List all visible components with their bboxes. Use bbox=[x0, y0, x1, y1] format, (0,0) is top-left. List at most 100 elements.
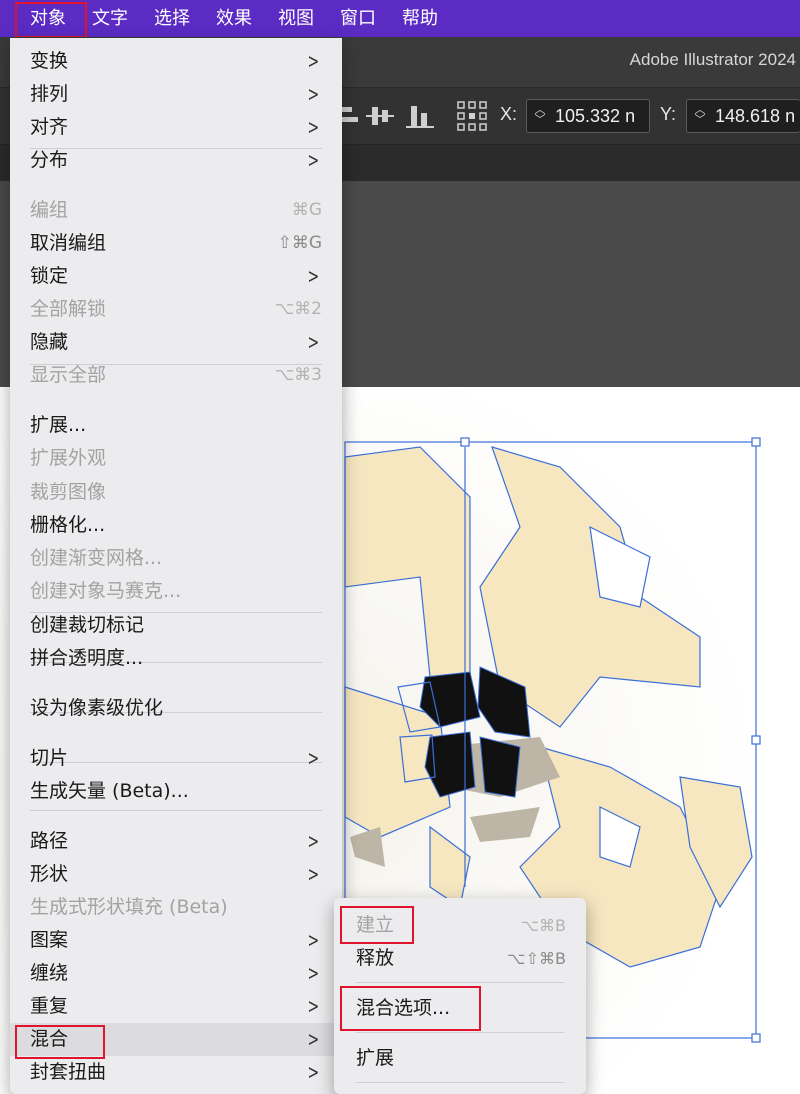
submenu-separator bbox=[356, 1032, 564, 1033]
menu-item-label: 创建对象马赛克... bbox=[30, 580, 182, 602]
menu-item-expand-appearance[interactable]: 扩展外观 bbox=[10, 442, 342, 475]
menu-item-expand[interactable]: 扩展... bbox=[10, 409, 342, 442]
handle-middle-right bbox=[751, 735, 761, 745]
menu-item-arrange[interactable]: 排列 > bbox=[10, 78, 342, 111]
menu-item-label: 路径 bbox=[30, 830, 69, 852]
menu-item-unlock-all[interactable]: 全部解锁 ⌥⌘2 bbox=[10, 293, 342, 326]
menu-item-label: 图案 bbox=[30, 929, 69, 951]
menu-help[interactable]: 帮助 bbox=[389, 0, 451, 37]
menu-select[interactable]: 选择 bbox=[141, 0, 203, 37]
menu-item-label: 变换 bbox=[30, 50, 69, 72]
menu-item-label: 裁剪图像 bbox=[30, 481, 107, 503]
blend-release-item[interactable]: 释放 ⌥⇧⌘B bbox=[334, 942, 586, 975]
menu-item-rasterize[interactable]: 栅格化... bbox=[10, 509, 342, 542]
chevron-right-icon: > bbox=[307, 1027, 320, 1051]
menu-item-label: 生成矢量 (Beta)... bbox=[30, 780, 189, 802]
menu-item-label: 缠绕 bbox=[30, 962, 69, 984]
menu-item-label: 形状 bbox=[30, 863, 69, 885]
chevron-right-icon: > bbox=[307, 746, 320, 770]
menu-item-slice[interactable]: 切片 > bbox=[10, 742, 342, 775]
menu-item-group[interactable]: 编组 ⌘G bbox=[10, 194, 342, 227]
menu-item-lock[interactable]: 锁定 > bbox=[10, 260, 342, 293]
x-position-field[interactable]: ︿ ﹀ 105.332 n bbox=[526, 99, 650, 133]
menu-item-label: 设为像素级优化 bbox=[30, 697, 164, 719]
blend-make-item[interactable]: 建立 ⌥⌘B bbox=[334, 909, 586, 942]
chevron-right-icon: > bbox=[307, 148, 320, 172]
menu-item-shortcut: ⌥⌘3 bbox=[274, 365, 322, 385]
y-position-field[interactable]: ︿ ﹀ 148.618 n bbox=[686, 99, 800, 133]
menu-effect[interactable]: 效果 bbox=[203, 0, 265, 37]
y-label: Y: bbox=[660, 104, 677, 124]
menu-item-blend[interactable]: 混合 > bbox=[10, 1023, 342, 1056]
menu-item-label: 重复 bbox=[30, 995, 69, 1017]
align-left-icon[interactable] bbox=[342, 102, 360, 130]
menu-item-label: 对齐 bbox=[30, 116, 69, 138]
blend-expand-label: 扩展 bbox=[356, 1047, 395, 1069]
menu-item-label: 显示全部 bbox=[30, 364, 107, 386]
align-bottom-icon[interactable] bbox=[406, 102, 434, 130]
chevron-right-icon: > bbox=[307, 829, 320, 853]
menu-item-shortcut: ⌘G bbox=[291, 200, 322, 220]
chevron-right-icon: > bbox=[307, 115, 320, 139]
menu-item-distribute[interactable]: 分布 > bbox=[10, 144, 342, 177]
handle-top-right bbox=[751, 437, 761, 447]
menu-view[interactable]: 视图 bbox=[265, 0, 327, 37]
menu-item-align[interactable]: 对齐 > bbox=[10, 111, 342, 144]
x-position-value: 105.332 n bbox=[555, 106, 636, 126]
menu-bar: 对象 文字 选择 效果 视图 窗口 帮助 bbox=[0, 0, 800, 37]
menu-item-label: 混合 bbox=[30, 1028, 69, 1050]
chevron-right-icon: > bbox=[307, 862, 320, 886]
y-stepper-icon[interactable]: ︿ ﹀ bbox=[693, 105, 707, 127]
menu-item-crop-image[interactable]: 裁剪图像 bbox=[10, 476, 342, 509]
blend-make-label: 建立 bbox=[356, 914, 395, 936]
menu-item-show-all[interactable]: 显示全部 ⌥⌘3 bbox=[10, 359, 342, 392]
menu-item-label: 全部解锁 bbox=[30, 298, 107, 320]
menu-item-shortcut: ⌥⌘2 bbox=[274, 299, 322, 319]
menu-item-label: 编组 bbox=[30, 199, 69, 221]
menu-item-label: 排列 bbox=[30, 83, 69, 105]
chevron-right-icon: > bbox=[307, 928, 320, 952]
blend-options-label: 混合选项... bbox=[356, 997, 451, 1019]
blend-expand-item[interactable]: 扩展 bbox=[334, 1042, 586, 1075]
menu-item-shape[interactable]: 形状 > bbox=[10, 858, 342, 891]
menu-object[interactable]: 对象 bbox=[17, 0, 79, 37]
menu-item-label: 扩展... bbox=[30, 414, 87, 436]
chevron-right-icon: > bbox=[307, 264, 320, 288]
submenu-separator bbox=[356, 982, 564, 983]
menu-item-label: 隐藏 bbox=[30, 331, 69, 353]
menu-item-path[interactable]: 路径 > bbox=[10, 825, 342, 858]
blend-release-shortcut: ⌥⇧⌘B bbox=[507, 949, 566, 968]
chevron-right-icon: > bbox=[307, 330, 320, 354]
menu-item-label: 分布 bbox=[30, 149, 69, 171]
menu-window[interactable]: 窗口 bbox=[327, 0, 389, 37]
menu-item-create-trim-marks[interactable]: 创建裁切标记 bbox=[10, 609, 342, 642]
menu-item-repeat[interactable]: 重复 > bbox=[10, 990, 342, 1023]
align-vertical-center-icon[interactable] bbox=[366, 102, 394, 130]
submenu-separator bbox=[356, 1082, 564, 1083]
menu-item-label: 切片 bbox=[30, 747, 69, 769]
menu-item-label: 栅格化... bbox=[30, 514, 106, 536]
handle-top-center bbox=[460, 437, 470, 447]
menu-item-ungroup[interactable]: 取消编组 ⇧⌘G bbox=[10, 227, 342, 260]
menu-item-transform[interactable]: 变换 > bbox=[10, 45, 342, 78]
menu-item-make-pixel-perfect[interactable]: 设为像素级优化 bbox=[10, 692, 342, 725]
menu-item-flatten-transparency[interactable]: 拼合透明度... bbox=[10, 642, 342, 675]
blend-submenu: 建立 ⌥⌘B 释放 ⌥⇧⌘B 混合选项... 扩展 bbox=[334, 898, 586, 1094]
menu-item-intertwine[interactable]: 缠绕 > bbox=[10, 957, 342, 990]
blend-options-item[interactable]: 混合选项... bbox=[334, 992, 586, 1025]
menu-item-label: 生成式形状填充 (Beta) bbox=[30, 896, 228, 918]
chevron-right-icon: > bbox=[307, 1060, 320, 1084]
chevron-right-icon: > bbox=[307, 994, 320, 1018]
menu-item-generative-shape-fill[interactable]: 生成式形状填充 (Beta) bbox=[10, 891, 342, 924]
menu-item-pattern[interactable]: 图案 > bbox=[10, 924, 342, 957]
menu-item-hide[interactable]: 隐藏 > bbox=[10, 326, 342, 359]
menu-item-create-object-mosaic[interactable]: 创建对象马赛克... bbox=[10, 575, 342, 608]
menu-item-label: 拼合透明度... bbox=[30, 647, 144, 669]
x-stepper-icon[interactable]: ︿ ﹀ bbox=[533, 105, 547, 127]
menu-item-create-gradient-mesh[interactable]: 创建渐变网格... bbox=[10, 542, 342, 575]
menu-type[interactable]: 文字 bbox=[79, 0, 141, 37]
reference-point-icon[interactable] bbox=[456, 100, 488, 132]
menu-item-label: 取消编组 bbox=[30, 232, 107, 254]
menu-item-generate-vectors[interactable]: 生成矢量 (Beta)... bbox=[10, 775, 342, 808]
menu-item-envelope-distort[interactable]: 封套扭曲 > bbox=[10, 1056, 342, 1089]
